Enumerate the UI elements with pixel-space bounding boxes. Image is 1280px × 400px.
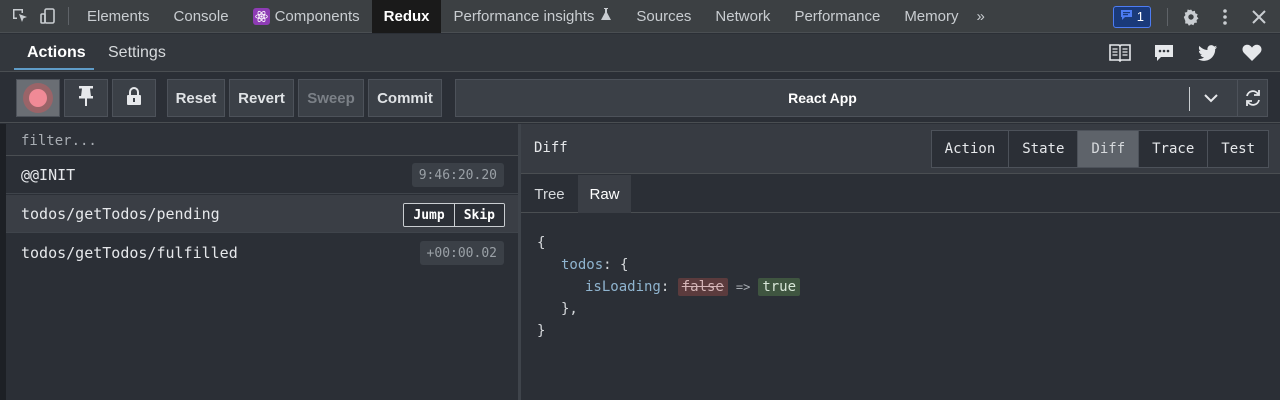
tab-performance-insights[interactable]: Performance insights [441, 0, 624, 33]
tab-test[interactable]: Test [1207, 131, 1268, 167]
action-time: 9:46:20.20 [411, 163, 504, 187]
tab-console[interactable]: Console [162, 0, 241, 33]
tab-state[interactable]: State [1008, 131, 1078, 167]
reset-button[interactable]: Reset [167, 79, 225, 117]
diff-line: } [537, 323, 546, 339]
active-tab-indicator [14, 68, 94, 70]
tab-redux[interactable]: Redux [371, 0, 442, 33]
device-toolbar-icon[interactable] [34, 0, 62, 33]
tab-memory[interactable]: Memory [892, 0, 970, 33]
tab-actions[interactable]: Actions [27, 34, 86, 72]
message-icon [1120, 9, 1133, 24]
skip-button[interactable]: Skip [453, 204, 504, 226]
tab-performance[interactable]: Performance [782, 0, 892, 33]
divider [1189, 87, 1190, 111]
twitter-bird-icon[interactable] [1186, 34, 1230, 72]
commit-button[interactable]: Commit [368, 79, 442, 117]
divider [68, 7, 69, 25]
issues-badge[interactable]: 1 [1112, 5, 1151, 28]
heart-icon[interactable] [1230, 34, 1274, 72]
instance-name: React App [788, 90, 857, 106]
tab-components[interactable]: Components [241, 0, 372, 33]
diff-removed-value: false [677, 278, 728, 296]
experiment-flask-icon [600, 7, 612, 25]
diff-added-value: true [758, 278, 801, 296]
react-icon [252, 7, 270, 25]
action-time: +00:00.02 [419, 241, 504, 265]
close-icon[interactable] [1242, 0, 1276, 33]
settings-gear-icon[interactable] [1174, 0, 1208, 33]
monitor-header: Diff Action State Diff Trace Test [521, 124, 1280, 174]
sweep-button[interactable]: Sweep [298, 79, 364, 117]
monitor-tabs: Action State Diff Trace Test [930, 130, 1269, 168]
tab-components-label: Components [274, 7, 360, 25]
divider [1167, 7, 1168, 26]
lock-button[interactable] [112, 79, 156, 117]
tab-performance-insights-label: Performance insights [453, 7, 595, 25]
tab-diff[interactable]: Diff [1077, 131, 1139, 167]
diff-line: isLoading: false => true [537, 276, 801, 298]
action-row-init[interactable]: @@INIT 9:46:20.20 [6, 156, 518, 194]
lock-icon [126, 86, 142, 110]
issues-count: 1 [1136, 9, 1144, 24]
record-icon [23, 83, 53, 113]
diff-line: todos: { [561, 257, 629, 273]
monitor-title: Diff [534, 140, 568, 156]
diff-key: todos [561, 257, 604, 273]
action-name: todos/getTodos/fulfilled [21, 244, 238, 262]
devtools-tab-bar: Elements Console Components Redux Perfor… [0, 0, 1280, 33]
diff-line: }, [561, 301, 578, 317]
diff-field: isLoading [585, 279, 661, 295]
pin-button[interactable] [64, 79, 108, 117]
redux-tabs-bar [0, 34, 1280, 72]
more-options-icon[interactable] [1208, 0, 1242, 33]
action-row-buttons: Jump Skip [403, 203, 505, 227]
tab-network[interactable]: Network [703, 0, 782, 33]
action-name: @@INIT [21, 166, 76, 184]
jump-button[interactable]: Jump [404, 204, 454, 226]
more-tabs-button[interactable]: » [970, 0, 990, 33]
record-button[interactable] [16, 79, 60, 117]
subtab-tree[interactable]: Tree [521, 175, 578, 213]
feedback-chat-icon[interactable] [1142, 34, 1186, 72]
redux-header-icons [1098, 34, 1274, 72]
pin-icon [78, 85, 94, 111]
revert-button[interactable]: Revert [229, 79, 294, 117]
tab-sources[interactable]: Sources [624, 0, 703, 33]
action-row-pending[interactable]: todos/getTodos/pending Jump Skip [6, 195, 518, 233]
diff-arrow: => [735, 280, 751, 294]
raw-diff-view: { todos: { isLoading: false => true }, } [537, 232, 801, 342]
instance-selector[interactable]: React App [455, 79, 1268, 117]
tab-elements[interactable]: Elements [75, 0, 162, 33]
tab-settings[interactable]: Settings [108, 34, 166, 72]
inspect-element-icon[interactable] [6, 0, 34, 33]
tab-trace[interactable]: Trace [1138, 131, 1208, 167]
subtab-raw[interactable]: Raw [578, 175, 631, 213]
diff-view-subtabs: Tree Raw [521, 175, 1280, 213]
diff-line: { [537, 235, 546, 251]
action-row-fulfilled[interactable]: todos/getTodos/fulfilled +00:00.02 [6, 234, 518, 272]
sync-icon[interactable] [1237, 80, 1267, 116]
action-name: todos/getTodos/pending [21, 205, 220, 223]
action-filter-input[interactable]: filter... [6, 124, 518, 156]
tab-action[interactable]: Action [931, 131, 1009, 167]
chevron-down-icon[interactable] [1196, 80, 1226, 116]
docs-book-icon[interactable] [1098, 34, 1142, 72]
